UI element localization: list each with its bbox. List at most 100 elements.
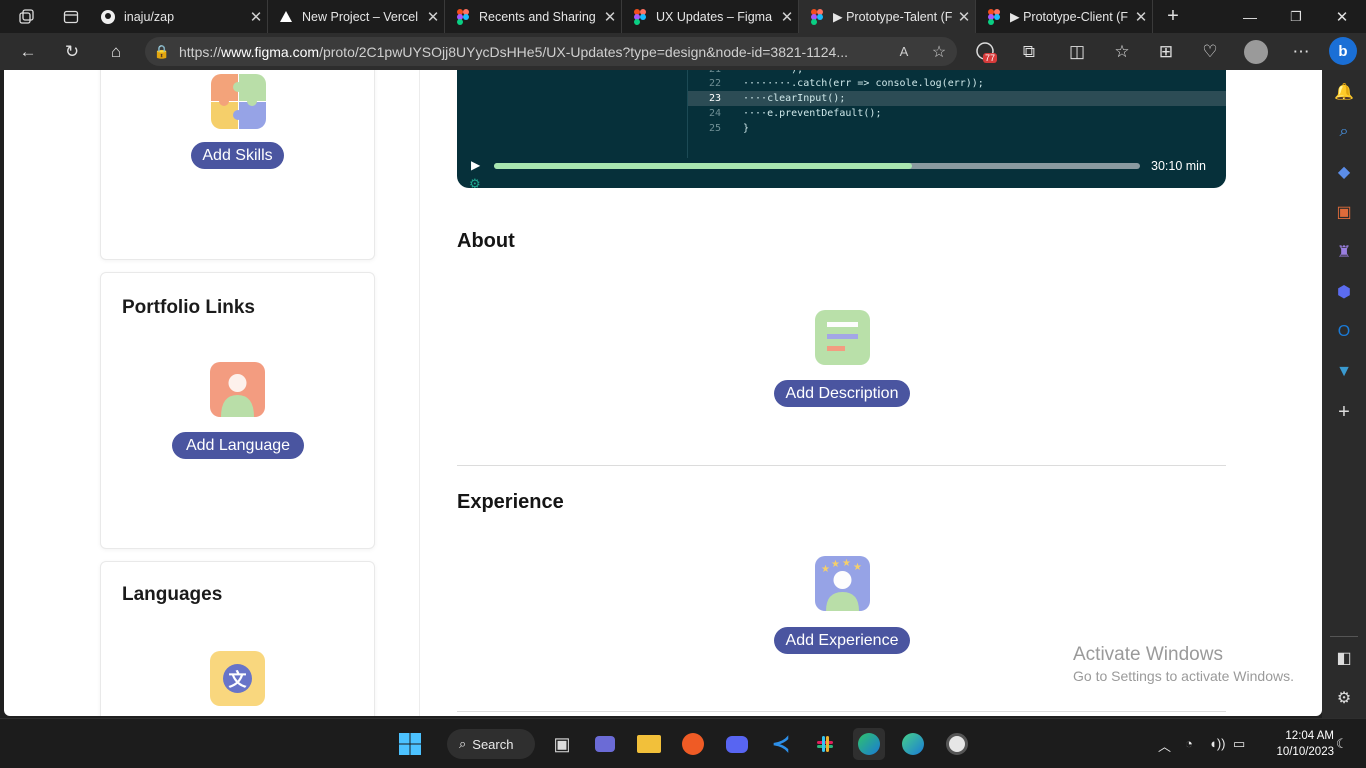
about-title: About xyxy=(457,230,515,252)
restore-icon[interactable]: ❐ xyxy=(1280,1,1312,33)
extensions-puzzle-icon[interactable]: ⧉ xyxy=(1013,36,1045,68)
taskbar-search[interactable]: ⌕ Search xyxy=(447,729,535,759)
figma-icon xyxy=(809,8,825,25)
url-path: /proto/2C1pwUYSOjj8UYycDsHHe5/UX-Updates… xyxy=(319,43,848,60)
collections-icon[interactable]: ⊞ xyxy=(1150,36,1182,68)
close-tab-icon[interactable]: ✕ xyxy=(422,8,444,26)
add-experience-button[interactable]: Add Experience xyxy=(774,627,910,654)
close-tab-icon[interactable]: ✕ xyxy=(1130,8,1152,26)
show-hidden-icons[interactable]: ︿ xyxy=(1158,736,1171,755)
tab-title: inaju/zap xyxy=(124,9,175,24)
hide-sidebar-icon[interactable]: ◧ xyxy=(1329,638,1359,678)
chrome-extension-app-icon[interactable] xyxy=(941,728,973,760)
microsoft-365-icon[interactable]: ⬢ xyxy=(1329,272,1359,312)
bing-copilot-icon[interactable]: b xyxy=(1329,37,1357,65)
tab-prototype-client[interactable]: ▶ Prototype-Client (F ✕ xyxy=(976,0,1153,33)
volume-icon[interactable]: ◖)) xyxy=(1209,736,1226,751)
tab-ux-updates[interactable]: UX Updates – Figma ✕ xyxy=(622,0,799,33)
tab-actions-icon[interactable] xyxy=(52,1,90,33)
wifi-icon[interactable]: ◔ xyxy=(1185,736,1193,751)
minimize-icon[interactable]: — xyxy=(1234,1,1266,33)
profile-left-column: Add Skills Portfolio Links Add Language … xyxy=(4,70,420,716)
watermark-subtitle: Go to Settings to activate Windows. xyxy=(1073,668,1294,684)
video-progress-bar[interactable] xyxy=(494,163,1140,169)
search-icon: ⌕ xyxy=(459,736,467,751)
add-skills-button[interactable]: Add Skills xyxy=(191,142,284,169)
code-line: 25} xyxy=(708,123,750,134)
play-icon[interactable]: ▶ xyxy=(471,158,480,172)
address-bar[interactable]: 🔒 https://www.figma.com/proto/2C1pwUYSOj… xyxy=(145,37,957,66)
shopping-tag-icon[interactable]: ◆ xyxy=(1329,152,1359,192)
focus-moon-icon[interactable]: ☾ xyxy=(1336,736,1348,752)
home-icon[interactable]: ⌂ xyxy=(100,36,132,68)
github-icon xyxy=(100,9,116,25)
favorites-icon[interactable]: ☆ xyxy=(1106,36,1138,68)
close-tab-icon[interactable]: ✕ xyxy=(776,8,798,26)
section-divider xyxy=(457,465,1226,466)
search-label: Search xyxy=(472,736,514,752)
refresh-icon[interactable]: ↻ xyxy=(56,36,88,68)
figma-prototype-viewport: Add Skills Portfolio Links Add Language … xyxy=(4,70,1322,716)
search-icon[interactable]: ⌕ xyxy=(1329,112,1359,152)
extension-icon[interactable]: 77 xyxy=(973,39,999,65)
watermark-title: Activate Windows xyxy=(1073,644,1223,665)
video-progress-fill xyxy=(494,163,912,169)
meet-video-icon[interactable] xyxy=(589,728,621,760)
favorite-star-icon[interactable]: ☆ xyxy=(921,42,957,62)
discord-icon[interactable] xyxy=(721,728,753,760)
browser-toolbar: ← ↻ ⌂ 🔒 https://www.figma.com/proto/2C1p… xyxy=(0,33,1366,70)
close-tab-icon[interactable]: ✕ xyxy=(599,8,621,26)
languages-title: Languages xyxy=(122,584,223,605)
system-clock[interactable]: 12:04 AM 10/10/2023 xyxy=(1276,728,1334,760)
notification-bell-icon[interactable]: 🔔 xyxy=(1329,72,1359,112)
close-tab-icon[interactable]: ✕ xyxy=(953,8,975,26)
vercel-icon xyxy=(278,9,294,25)
clock-date: 10/10/2023 xyxy=(1276,746,1334,758)
vscode-icon[interactable]: ≺ xyxy=(765,728,797,760)
file-explorer-icon[interactable] xyxy=(633,728,665,760)
back-icon[interactable]: ← xyxy=(12,36,44,68)
edge-icon[interactable] xyxy=(897,728,929,760)
games-icon[interactable]: ♜ xyxy=(1329,232,1359,272)
video-duration: 30:10 min xyxy=(1151,159,1206,173)
edge-dev-icon[interactable] xyxy=(853,728,885,760)
tools-icon[interactable]: ▣ xyxy=(1329,192,1359,232)
add-description-button[interactable]: Add Description xyxy=(774,380,910,407)
battery-icon[interactable]: ▭ xyxy=(1233,736,1245,752)
postman-icon[interactable] xyxy=(677,728,709,760)
tab-prototype-talent[interactable]: ▶ Prototype-Talent (F ✕ xyxy=(799,0,976,33)
profile-avatar[interactable] xyxy=(1244,40,1268,64)
code-line-highlighted: 23 ····clearInput(); xyxy=(688,91,1226,106)
close-tab-icon[interactable]: ✕ xyxy=(245,8,267,26)
description-icon xyxy=(815,310,870,365)
url-scheme: https:// xyxy=(179,43,222,60)
read-aloud-icon[interactable]: A xyxy=(887,44,921,59)
more-menu-icon[interactable]: ⋯ xyxy=(1285,36,1317,68)
add-language-button[interactable]: Add Language xyxy=(172,432,304,459)
tab-github[interactable]: inaju/zap ✕ xyxy=(90,0,268,33)
tab-vercel[interactable]: New Project – Vercel ✕ xyxy=(268,0,445,33)
new-tab-icon[interactable]: + xyxy=(1157,1,1189,33)
workspaces-icon[interactable] xyxy=(0,1,52,33)
close-window-icon[interactable]: ✕ xyxy=(1326,1,1358,33)
svg-text:★: ★ xyxy=(821,564,830,575)
tab-recents[interactable]: Recents and Sharing ✕ xyxy=(445,0,622,33)
sidebar-settings-icon[interactable]: ⚙ xyxy=(1329,678,1359,718)
slack-icon[interactable] xyxy=(809,728,841,760)
add-sidebar-app-icon[interactable]: + xyxy=(1329,392,1359,432)
video-player[interactable]: 21········); 22········.catch(err => con… xyxy=(457,70,1226,188)
task-view-icon[interactable]: ▣ xyxy=(546,728,578,760)
experience-title: Experience xyxy=(457,491,564,513)
extension-badge: 77 xyxy=(983,53,998,63)
windows-start-icon[interactable] xyxy=(394,728,426,760)
portfolio-links-title: Portfolio Links xyxy=(122,297,255,318)
tab-title: ▶ Prototype-Talent (F xyxy=(833,10,953,24)
address-url[interactable]: https://www.figma.com/proto/2C1pwUYSOjj8… xyxy=(179,44,887,60)
drop-icon[interactable]: ▼ xyxy=(1329,352,1359,392)
lock-icon: 🔒 xyxy=(153,43,171,59)
windows-taskbar: ⌕ Search ▣ ≺ ︿ ◔ ◖)) ▭ 12:04 AM 10/10/202… xyxy=(0,718,1366,768)
svg-text:★: ★ xyxy=(831,559,840,570)
split-screen-icon[interactable]: ◫ xyxy=(1061,36,1093,68)
outlook-icon[interactable]: O xyxy=(1329,312,1359,352)
browser-essentials-icon[interactable]: ♡ xyxy=(1194,36,1226,68)
